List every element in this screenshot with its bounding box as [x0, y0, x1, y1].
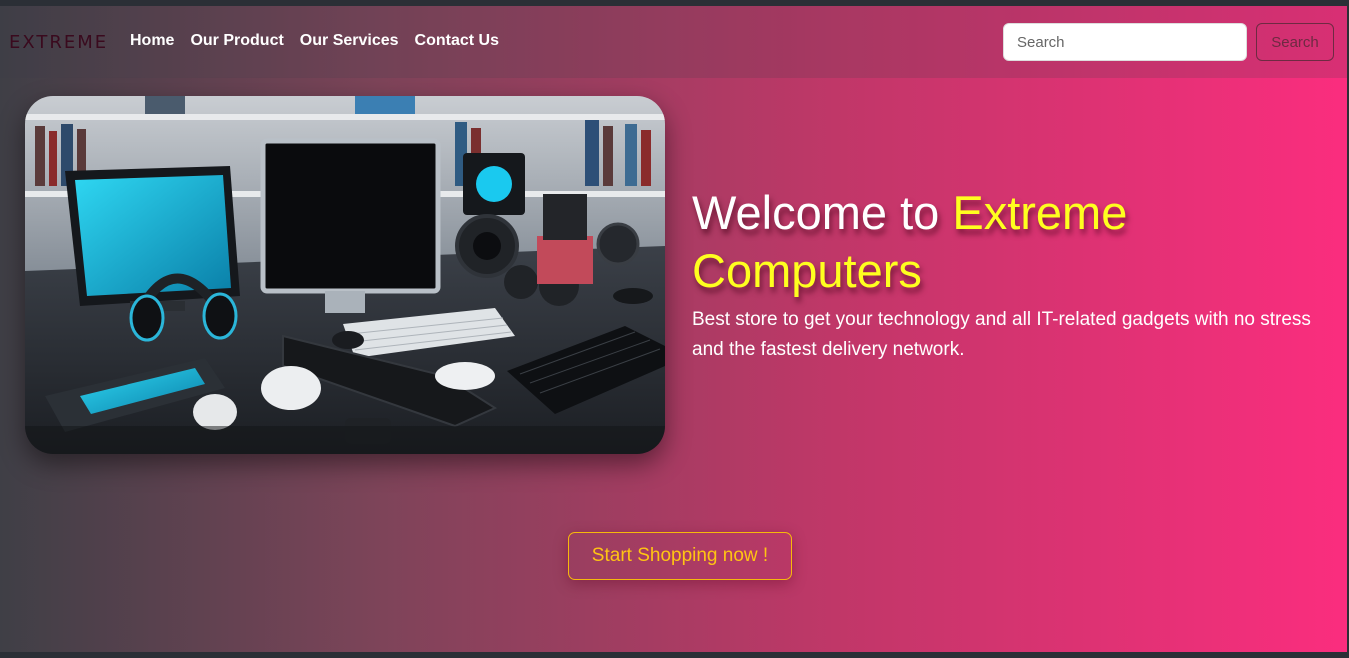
hero-title-prefix: Welcome to: [692, 186, 953, 239]
start-shopping-button[interactable]: Start Shopping now !: [568, 532, 792, 580]
hero-image-computer-setup: [25, 96, 665, 454]
nav-link-contact-us[interactable]: Contact Us: [415, 32, 499, 50]
nav-link-our-product[interactable]: Our Product: [190, 32, 283, 50]
navbar: EXTREME Home Our Product Our Services Co…: [0, 6, 1347, 78]
hero-illustration: [25, 96, 665, 454]
page: EXTREME Home Our Product Our Services Co…: [0, 6, 1347, 652]
hero-title: Welcome to Extreme Computers: [692, 184, 1292, 300]
nav-links: Home Our Product Our Services Contact Us: [130, 32, 515, 50]
brand-logo[interactable]: EXTREME: [9, 32, 108, 53]
nav-link-our-services[interactable]: Our Services: [300, 32, 399, 50]
search-input[interactable]: [1003, 23, 1247, 61]
nav-link-home[interactable]: Home: [130, 32, 174, 50]
hero-subtitle: Best store to get your technology and al…: [692, 309, 1311, 360]
search-button[interactable]: Search: [1256, 23, 1334, 61]
